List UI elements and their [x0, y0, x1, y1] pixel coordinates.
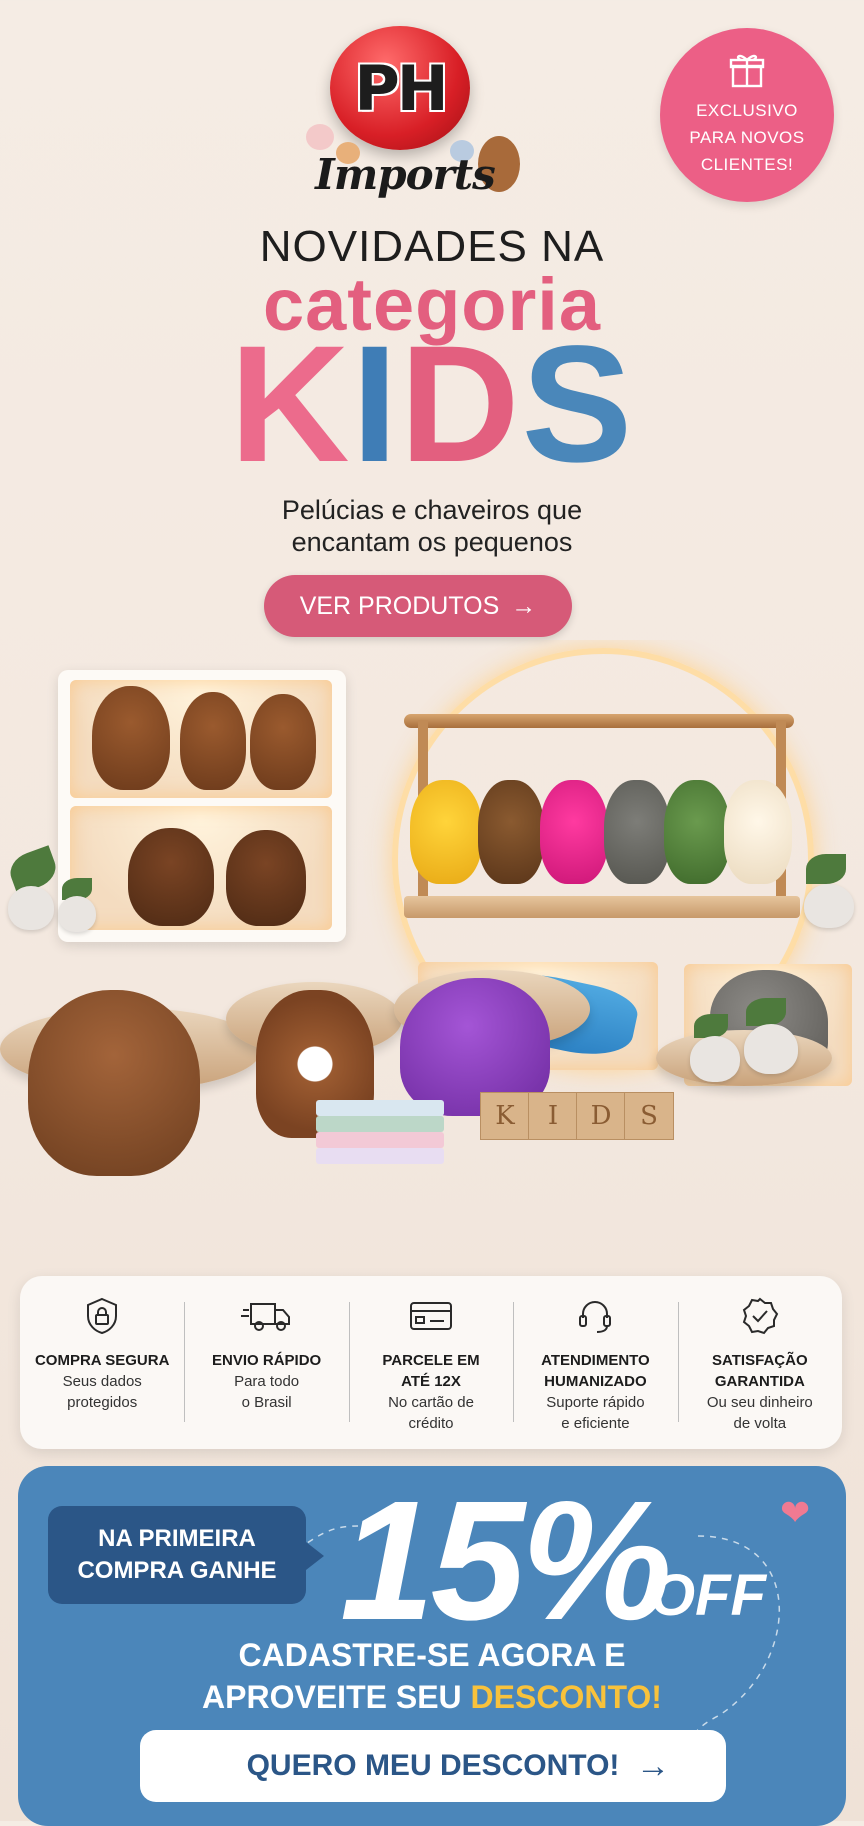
signup-line: APROVEITE SEU DESCONTO! [0, 1676, 864, 1718]
gift-icon [660, 50, 834, 97]
arrow-right-icon: → [636, 1746, 670, 1785]
benefit-secure: COMPRA SEGURA Seus dados protegidos [20, 1276, 184, 1449]
subtitle-line: Pelúcias e chaveiros que [281, 495, 583, 525]
benefit-guarantee: SATISFAÇÃO GARANTIDA Ou seu dinheiro de v… [677, 1276, 842, 1449]
shield-lock-icon [82, 1296, 122, 1336]
bird-keychain-cream [724, 780, 792, 884]
kids-letter: D [399, 312, 522, 497]
benefit-desc: Para todo [234, 1373, 300, 1390]
badge-line: CLIENTES! [700, 155, 794, 174]
plant-pot [8, 886, 54, 930]
get-discount-button[interactable]: QUERO MEU DESCONTO! → [140, 1730, 726, 1802]
keychain-bar [404, 714, 794, 728]
view-products-label: VER PRODUTOS [299, 591, 500, 620]
benefit-title: SATISFAÇÃO GARANTIDA [678, 1350, 842, 1392]
letter-block: S [624, 1092, 674, 1140]
plant-pot [690, 1036, 740, 1082]
arrow-right-icon: → [511, 591, 537, 620]
capybara-plush [92, 686, 170, 790]
exclusive-badge: EXCLUSIVO PARA NOVOS CLIENTES! [660, 28, 834, 202]
plant-pot [804, 884, 854, 928]
benefit-title: ENVIO RÁPIDO [212, 1352, 322, 1369]
hero-subtitle: Pelúcias e chaveiros que encantam os peq… [0, 494, 864, 558]
credit-card-icon [408, 1296, 454, 1336]
badge-line: PARA NOVOS [689, 128, 805, 147]
bird-keychain-brown [478, 780, 544, 884]
plant-leaves [806, 854, 846, 884]
plant-leaves [746, 998, 786, 1026]
signup-line-text: APROVEITE SEU [202, 1679, 471, 1715]
get-discount-label: QUERO MEU DESCONTO! [246, 1749, 620, 1782]
badge-line: EXCLUSIVO [696, 101, 798, 120]
benefit-title-line: GARANTIDA [714, 1373, 805, 1390]
benefit-title: COMPRA SEGURA [34, 1352, 170, 1369]
plant-leaves [694, 1014, 728, 1038]
letter-block: D [576, 1092, 626, 1140]
signup-message: CADASTRE-SE AGORA E APROVEITE SEU DESCON… [0, 1634, 864, 1718]
bird-keychain-green [664, 780, 730, 884]
benefit-support: ATENDIMENTO HUMANIZADO Suporte rápido e e… [513, 1276, 677, 1449]
kids-letter: S [521, 312, 635, 497]
capybara-plush-large [28, 990, 200, 1176]
capybara-plush [128, 828, 214, 926]
benefit-desc: e eficiente [561, 1415, 630, 1432]
benefit-title-line: ATENDIMENTO [541, 1352, 650, 1369]
letter-block: K [480, 1092, 530, 1140]
benefit-desc: protegidos [67, 1394, 138, 1411]
logo-wordmark: Imports [315, 150, 496, 199]
first-purchase-tag: NA PRIMEIRA COMPRA GANHE [48, 1506, 324, 1604]
kids-letter: K [229, 312, 352, 497]
discount-off: OFF [650, 1563, 766, 1628]
benefit-title: ATENDIMENTO HUMANIZADO [513, 1350, 677, 1392]
wood-podium [656, 1030, 832, 1086]
capybara-plush [250, 694, 316, 790]
letter-block: I [528, 1092, 578, 1140]
signup-highlight: DESCONTO! [470, 1679, 662, 1715]
benefit-desc: Ou seu dinheiro [706, 1394, 813, 1411]
tag-line: COMPRA GANHE [77, 1557, 277, 1584]
benefit-installments: PARCELE EM ATÉ 12X No cartão de crédito [348, 1276, 513, 1449]
hero-kids-title: KIDS [0, 322, 864, 488]
capybara-plush [180, 692, 246, 790]
logo-letters: PH [354, 51, 448, 125]
benefit-title-line: PARCELE EM [382, 1352, 480, 1369]
benefit-title-line: HUMANIZADO [544, 1373, 647, 1390]
bird-keychain-gray [604, 780, 670, 884]
benefit-title: PARCELE EM ATÉ 12X [349, 1350, 513, 1392]
headset-icon [575, 1296, 615, 1336]
heart-icon: ❤ [780, 1492, 811, 1533]
truck-icon [240, 1296, 293, 1336]
benefit-title-line: ATÉ 12X [401, 1373, 461, 1390]
stand-base [404, 896, 800, 918]
view-products-button[interactable]: VER PRODUTOS → [264, 575, 572, 637]
capybara-plush [226, 830, 306, 926]
benefit-desc: No cartão de [388, 1394, 474, 1411]
benefit-shipping: ENVIO RÁPIDO Para todo o Brasil [184, 1276, 348, 1449]
subtitle-line: encantam os pequenos [291, 527, 573, 557]
benefit-desc: Seus dados [62, 1373, 142, 1390]
benefit-desc: Suporte rápido [546, 1394, 645, 1411]
tag-line: NA PRIMEIRA [98, 1525, 256, 1552]
signup-line: CADASTRE-SE AGORA E [238, 1637, 626, 1673]
benefit-desc: o Brasil [241, 1394, 292, 1411]
plant-pot [58, 896, 96, 932]
plant-pot [744, 1024, 798, 1074]
book-stack [316, 1100, 444, 1116]
benefit-desc: de volta [733, 1415, 787, 1432]
benefits-bar: COMPRA SEGURA Seus dados protegidos ENVI… [20, 1276, 842, 1449]
bird-keychain-pink [540, 780, 608, 884]
benefit-desc: crédito [408, 1415, 454, 1432]
discount-percent: 15% [340, 1466, 672, 1656]
benefit-title-line: SATISFAÇÃO [712, 1352, 808, 1369]
bird-keychain-yellow [410, 780, 482, 884]
bear-icon [306, 124, 334, 150]
check-badge-icon [740, 1296, 780, 1336]
product-showcase: K I D S [0, 640, 864, 1255]
kids-letter: I [351, 312, 400, 497]
logo-emblem: PH [330, 26, 470, 150]
